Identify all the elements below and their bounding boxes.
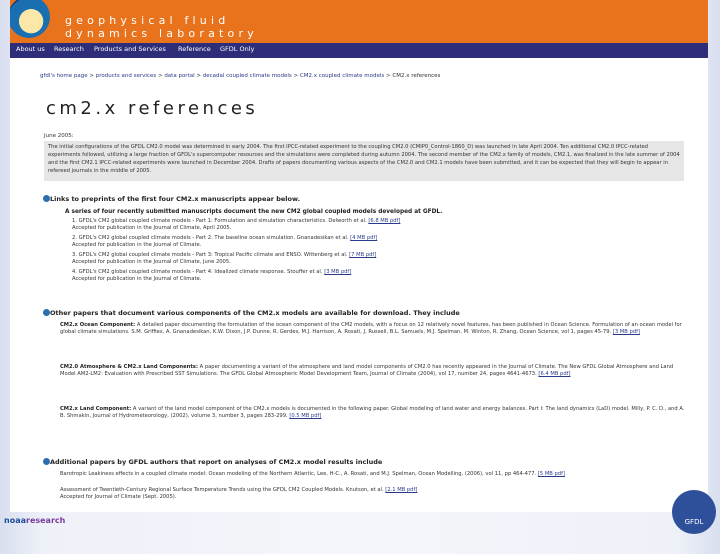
site-title[interactable]: geophysical fluid dynamics laboratory xyxy=(65,14,258,40)
item-text: 4. GFDL's CM2 global coupled climate mod… xyxy=(72,269,323,275)
nav-reference[interactable]: Reference xyxy=(178,45,211,53)
pdf-link[interactable]: [4 MB pdf] xyxy=(350,235,377,241)
nav-about[interactable]: About us xyxy=(16,45,45,53)
pdf-link[interactable]: [6.8 MB pdf] xyxy=(368,218,400,224)
section-heading-other-papers: Other papers that document various compo… xyxy=(43,309,460,317)
item-note: Accepted for Journal of Climate (Sept. 2… xyxy=(60,494,177,501)
nav-products[interactable]: Products and Services xyxy=(94,45,166,53)
section-heading-text: Links to preprints of the first four CM2… xyxy=(50,195,301,203)
list-item: 4. GFDL's CM2 global coupled climate mod… xyxy=(72,269,702,284)
gfdl-logo-icon[interactable] xyxy=(10,0,50,38)
pdf-link[interactable]: [0.5 MB pdf] xyxy=(289,413,321,419)
crumb-data-portal[interactable]: data portal xyxy=(164,73,194,79)
date-label: June 2005: xyxy=(44,133,74,139)
item-text: 1. GFDL's CM2 global coupled climate mod… xyxy=(72,218,367,224)
list-item: CM2.0 Atmosphere & CM2.x Land Components… xyxy=(60,364,690,379)
item-text: Barotropic Leakiness effects in a couple… xyxy=(60,471,537,477)
nav-gfdl-only[interactable]: GFDL Only xyxy=(220,45,254,53)
section-heading-text: Additional papers by GFDL authors that r… xyxy=(50,458,383,466)
main-nav: About us Research Products and Services … xyxy=(10,43,708,58)
noaa-research-logo: noaaresearch xyxy=(4,516,65,525)
nav-research[interactable]: Research xyxy=(54,45,84,53)
page-title: cm2.x references xyxy=(46,98,259,119)
breadcrumb: gfdl's home page > products and services… xyxy=(40,73,441,79)
item-text: Assessment of Twentieth-Century Regional… xyxy=(60,487,384,493)
section-heading-additional: Additional papers by GFDL authors that r… xyxy=(43,458,383,466)
item-label: CM2.0 Atmosphere & CM2.x Land Components… xyxy=(60,364,198,370)
pdf-link[interactable]: [2.1 MB pdf] xyxy=(385,487,417,493)
section-heading-text: Other papers that document various compo… xyxy=(50,309,460,317)
item-text: A detailed paper documenting the formula… xyxy=(60,322,682,336)
blue-bullet-icon xyxy=(43,195,50,202)
list-item: Barotropic Leakiness effects in a couple… xyxy=(60,471,690,478)
crumb-current: CM2.x references xyxy=(392,73,441,79)
pdf-link[interactable]: [7 MB pdf] xyxy=(349,252,376,258)
crumb-decadal[interactable]: decadal coupled climate models xyxy=(203,73,292,79)
list-item: CM2.x Ocean Component: A detailed paper … xyxy=(60,322,690,337)
list-item: CM2.x Land Component: A variant of the l… xyxy=(60,406,690,421)
section-subheading: A series of four recently submitted manu… xyxy=(65,209,443,215)
item-label: CM2.x Land Component: xyxy=(60,406,132,412)
list-item: 3. GFDL's CM2 global coupled climate mod… xyxy=(72,252,702,267)
pdf-link[interactable]: [3 MB pdf] xyxy=(613,329,640,335)
list-item: Assessment of Twentieth-Century Regional… xyxy=(60,487,650,502)
pdf-link[interactable]: [5 MB pdf] xyxy=(538,471,565,477)
pdf-link[interactable]: [3 MB pdf] xyxy=(324,269,351,275)
gfdl-badge-icon: GFDL xyxy=(672,490,716,534)
blue-bullet-icon xyxy=(43,309,50,316)
site-title-line2: dynamics laboratory xyxy=(65,27,258,40)
browser-page: geophysical fluid dynamics laboratory Ab… xyxy=(10,0,708,512)
item-note: Accepted for publication in the Journal … xyxy=(72,259,231,266)
item-text: A variant of the land model component of… xyxy=(60,406,685,420)
blue-bullet-icon xyxy=(43,458,50,465)
item-note: Accepted for publication in the Journal … xyxy=(72,242,202,249)
site-header: geophysical fluid dynamics laboratory xyxy=(10,0,708,43)
item-note: Accepted for publication in the Journal … xyxy=(72,225,232,232)
crumb-products[interactable]: products and services xyxy=(96,73,156,79)
site-title-line1: geophysical fluid xyxy=(65,14,230,27)
list-item: 2. GFDL's CM2 global coupled climate mod… xyxy=(72,235,702,250)
crumb-home[interactable]: gfdl's home page xyxy=(40,73,88,79)
item-label: CM2.x Ocean Component: xyxy=(60,322,136,328)
crumb-cm2x-models[interactable]: CM2.x coupled climate models xyxy=(300,73,384,79)
item-note: Accepted for publication in the Journal … xyxy=(72,276,202,283)
item-text: 2. GFDL's CM2 global coupled climate mod… xyxy=(72,235,349,241)
gfdl-badge-text: GFDL xyxy=(684,518,704,526)
pdf-link[interactable]: [6.4 MB pdf] xyxy=(538,371,570,377)
research-word: research xyxy=(26,516,66,525)
list-item: 1. GFDL's CM2 global coupled climate mod… xyxy=(72,218,702,233)
section-heading-preprints: Links to preprints of the first four CM2… xyxy=(43,195,301,203)
noaa-word: noaa xyxy=(4,516,26,525)
item-text: 3. GFDL's CM2 global coupled climate mod… xyxy=(72,252,348,258)
intro-paragraph: The initial configurations of the GFDL C… xyxy=(44,141,684,181)
